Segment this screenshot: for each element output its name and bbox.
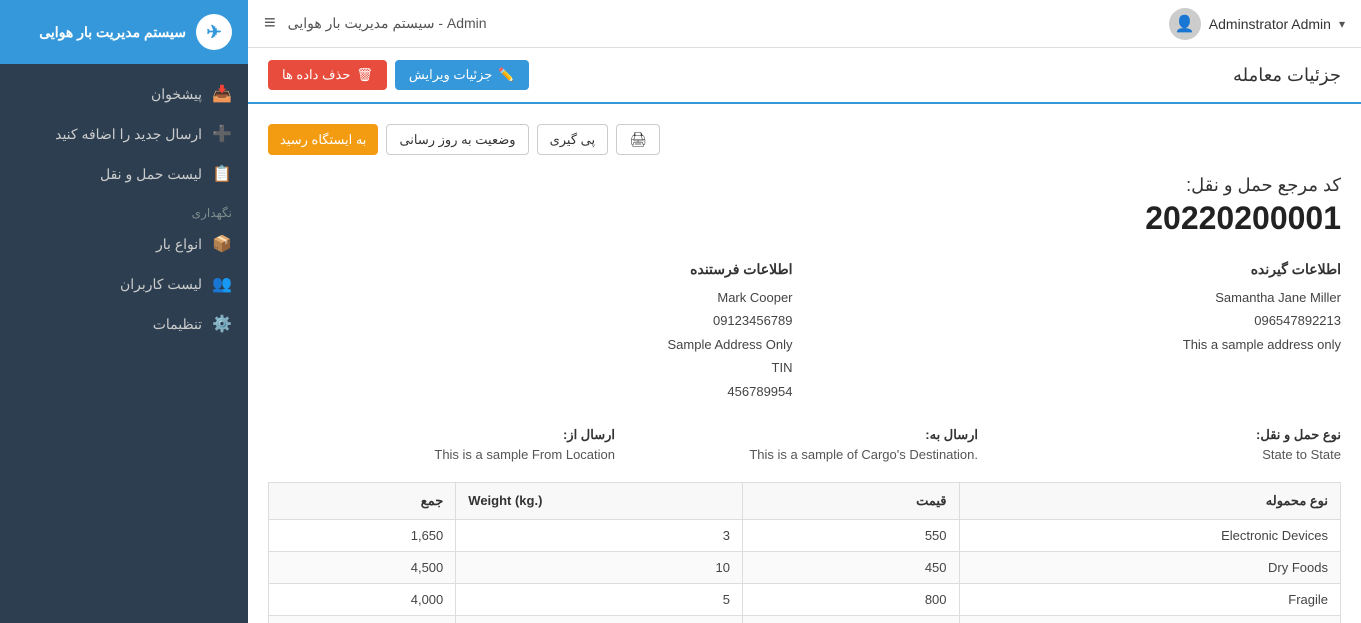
sender-name: Mark Cooper — [268, 286, 793, 309]
cell-weight: 5 — [456, 583, 743, 615]
sender-phone: 09123456789 — [268, 309, 793, 332]
sidebar-header: ✈ سیستم مدیریت بار هوایی — [0, 0, 248, 64]
sidebar-item-label: انواع بار — [156, 236, 202, 253]
total-row: مقدار کل 10,150 — [269, 615, 1341, 623]
total-empty — [959, 615, 1340, 623]
cell-type: Fragile — [959, 583, 1340, 615]
admin-dropdown-arrow[interactable]: ▾ — [1339, 17, 1345, 31]
col-type: نوع محموله — [959, 482, 1340, 519]
edit-icon: ✏️ — [498, 67, 514, 83]
receiver-name: Samantha Jane Miller — [817, 286, 1342, 309]
total-label: مقدار کل — [742, 615, 959, 623]
sidebar-item-cargo-list[interactable]: 📋 لیست حمل و نقل — [0, 154, 248, 194]
settings-icon: ⚙️ — [212, 314, 232, 334]
cell-price: 550 — [742, 519, 959, 551]
cell-type: Electronic Devices — [959, 519, 1340, 551]
shipping-from-block: ارسال از: This is a sample From Location — [268, 427, 615, 462]
cargo-table: نوع محموله قیمت Weight (kg.) جمع Electro… — [268, 482, 1341, 623]
page-title: جزئیات معامله — [1233, 65, 1341, 86]
shipping-from-label: ارسال از: — [268, 427, 615, 443]
sender-title: اطلاعات فرستنده — [268, 261, 793, 278]
hamburger-button[interactable]: ≡ — [264, 12, 276, 35]
ref-label: کد مرجع حمل و نقل: — [268, 175, 1341, 196]
sidebar-item-cargo-types[interactable]: 📦 انواع بار — [0, 224, 248, 264]
shipping-to-value: .This is a sample of Cargo's Destination — [631, 447, 978, 462]
receiver-address: This a sample address only — [817, 333, 1342, 356]
table-row: Fragile 800 5 4,000 — [269, 583, 1341, 615]
cell-total: 1,650 — [269, 519, 456, 551]
shipping-type-value: State to State — [994, 447, 1341, 462]
topbar: ≡ Admin - سیستم مدیریت بار هوایی 👤 Admin… — [248, 0, 1361, 48]
page-header: جزئیات معامله ✏️ جزئیات ویرایش 🗑 حذف داد… — [248, 48, 1361, 104]
maintenance-section-label: نگهداری — [0, 194, 248, 224]
sidebar-item-label: تنظیمات — [153, 316, 202, 333]
table-row: Dry Foods 450 10 4,500 — [269, 551, 1341, 583]
action-row: 🖨 پی گیری وضعیت به روز رسانی به ایستگاه … — [268, 124, 1341, 155]
detail-card: 🖨 پی گیری وضعیت به روز رسانی به ایستگاه … — [248, 104, 1361, 623]
inbox-icon: 📥 — [212, 84, 232, 104]
cell-total: 4,500 — [269, 551, 456, 583]
sidebar-item-users-list[interactable]: 👥 لیست کاربران — [0, 264, 248, 304]
list-icon: 📋 — [212, 164, 232, 184]
sidebar: ✈ سیستم مدیریت بار هوایی 📥 پیشخوان ➕ ارس… — [0, 0, 248, 623]
edit-button[interactable]: ✏️ جزئیات ویرایش — [395, 60, 529, 90]
shipping-row: نوع حمل و نقل: State to State ارسال به: … — [268, 427, 1341, 462]
sidebar-item-add-new[interactable]: ➕ ارسال جدید را اضافه کنید — [0, 114, 248, 154]
sender-tin-label: TIN — [268, 356, 793, 379]
topbar-left: ≡ Admin - سیستم مدیریت بار هوایی — [264, 12, 487, 35]
sidebar-item-label: لیست کاربران — [120, 276, 202, 293]
receiver-block: اطلاعات گیرنده Samantha Jane Miller 0965… — [817, 261, 1342, 403]
shipping-to-label: ارسال به: — [631, 427, 978, 443]
shipping-type-label: نوع حمل و نقل: — [994, 427, 1341, 443]
tracking-button[interactable]: پی گیری — [537, 124, 609, 155]
cell-total: 4,000 — [269, 583, 456, 615]
content-area: جزئیات معامله ✏️ جزئیات ویرایش 🗑 حذف داد… — [248, 48, 1361, 623]
main-area: ≡ Admin - سیستم مدیریت بار هوایی 👤 Admin… — [248, 0, 1361, 623]
cell-weight: 10 — [456, 551, 743, 583]
ref-code: 20220200001 — [268, 200, 1341, 237]
col-weight: Weight (kg.) — [456, 482, 743, 519]
sender-tin-value: 456789954 — [268, 380, 793, 403]
total-value: 10,150 — [269, 615, 456, 623]
print-button[interactable]: 🖨 — [616, 124, 660, 155]
avatar: 👤 — [1169, 8, 1201, 40]
table-row: Electronic Devices 550 3 1,650 — [269, 519, 1341, 551]
sidebar-nav: 📥 پیشخوان ➕ ارسال جدید را اضافه کنید 📋 ل… — [0, 64, 248, 354]
reference-section: کد مرجع حمل و نقل: 20220200001 — [268, 175, 1341, 237]
total-empty2 — [456, 615, 743, 623]
users-icon: 👥 — [212, 274, 232, 294]
sidebar-title: سیستم مدیریت بار هوایی — [39, 24, 186, 41]
sidebar-item-inbox[interactable]: 📥 پیشخوان — [0, 74, 248, 114]
sidebar-item-label: پیشخوان — [151, 86, 202, 103]
col-price: قیمت — [742, 482, 959, 519]
header-actions: ✏️ جزئیات ویرایش 🗑 حذف داده ها — [268, 60, 529, 90]
sidebar-item-settings[interactable]: ⚙️ تنظیمات — [0, 304, 248, 344]
status-button[interactable]: وضعیت به روز رسانی — [386, 124, 528, 155]
sender-address: Sample Address Only — [268, 333, 793, 356]
receiver-phone: 0965478922​13 — [817, 309, 1342, 332]
cell-price: 800 — [742, 583, 959, 615]
topbar-right: 👤 Adminstrator Admin ▾ — [1169, 8, 1345, 40]
station-button[interactable]: به ایستگاه رسید — [268, 124, 378, 155]
sidebar-item-label: لیست حمل و نقل — [100, 166, 202, 183]
shipping-type-block: نوع حمل و نقل: State to State — [994, 427, 1341, 462]
sender-block: اطلاعات فرستنده Mark Cooper 09123456789 … — [268, 261, 793, 403]
shipping-from-value: This is a sample From Location — [268, 447, 615, 462]
receiver-title: اطلاعات گیرنده — [817, 261, 1342, 278]
shipping-to-block: ارسال به: .This is a sample of Cargo's D… — [631, 427, 978, 462]
delete-button[interactable]: 🗑 حذف داده ها — [268, 60, 387, 90]
col-total: جمع — [269, 482, 456, 519]
delete-icon: 🗑 — [356, 67, 373, 83]
admin-name: Adminstrator Admin — [1209, 16, 1331, 32]
cell-price: 450 — [742, 551, 959, 583]
topbar-title: Admin - سیستم مدیریت بار هوایی — [288, 15, 487, 32]
cell-type: Dry Foods — [959, 551, 1340, 583]
logo-icon: ✈ — [196, 14, 232, 50]
info-grid: اطلاعات فرستنده Mark Cooper 09123456789 … — [268, 261, 1341, 403]
sidebar-item-label: ارسال جدید را اضافه کنید — [55, 126, 202, 143]
cell-weight: 3 — [456, 519, 743, 551]
cargo-types-icon: 📦 — [212, 234, 232, 254]
add-icon: ➕ — [212, 124, 232, 144]
